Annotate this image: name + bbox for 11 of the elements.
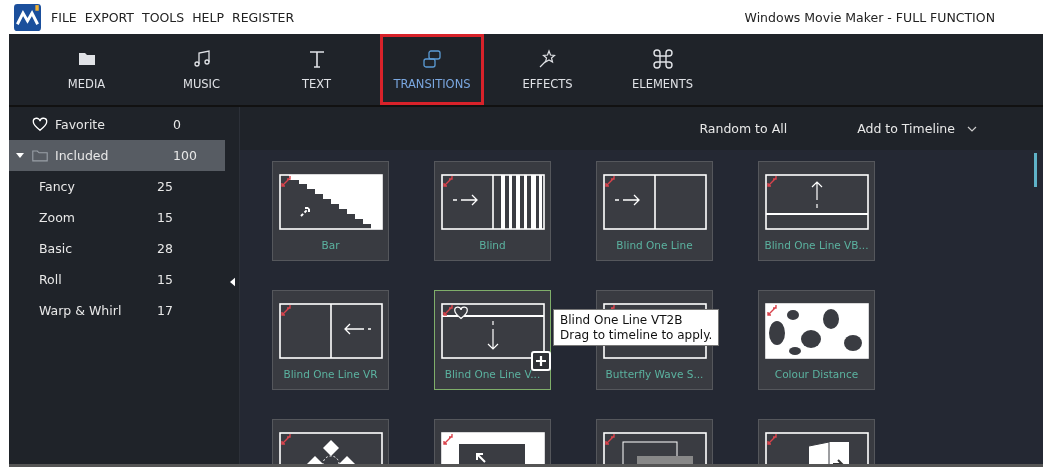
tooltip-title: Blind One Line VT2B bbox=[560, 313, 684, 327]
tile-label: Butterfly Wave S... bbox=[605, 368, 704, 380]
tile-label: Blind One Line bbox=[616, 239, 693, 251]
tile-label: Blind One Line V... bbox=[444, 368, 541, 380]
tile-label: Colour Distance bbox=[774, 368, 859, 380]
tile-label: Blind One Line VB... bbox=[764, 239, 869, 251]
window-title: Windows Movie Maker - FULL FUNCTION bbox=[744, 9, 995, 25]
tile-label: Blind One Line VR bbox=[283, 368, 378, 380]
tile-label: Blind bbox=[479, 239, 506, 251]
tooltip-hint: Drag to timeline to apply. bbox=[560, 328, 713, 342]
tile-label: Bar bbox=[321, 239, 340, 251]
